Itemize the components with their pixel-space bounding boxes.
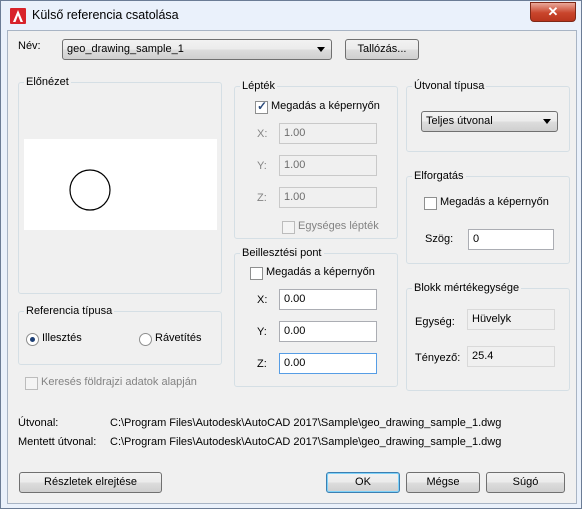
insertion-point-title: Beillesztési pont xyxy=(240,247,324,259)
insertion-specify-checkbox[interactable] xyxy=(250,267,263,280)
angle-input[interactable]: 0 xyxy=(468,229,554,250)
insertion-z-input[interactable]: 0.00 xyxy=(279,353,377,374)
scale-y-input[interactable]: 1.00 xyxy=(279,155,377,176)
preview-drawing xyxy=(69,169,111,211)
path-type-value: Teljes útvonal xyxy=(426,115,493,127)
scale-group: Lépték ✓ Megadás a képernyőn X: 1.00 Y: … xyxy=(234,80,398,239)
ok-button[interactable]: OK xyxy=(326,472,400,493)
path-type-dropdown[interactable]: Teljes útvonal xyxy=(421,111,558,132)
name-label: Név: xyxy=(18,40,41,52)
chevron-down-icon xyxy=(543,119,551,124)
path-label: Útvonal: xyxy=(18,417,59,429)
dialog-window: Külső referencia csatolása ✕ Név: geo_dr… xyxy=(0,0,582,509)
insertion-z-label: Z: xyxy=(257,358,267,370)
name-dropdown[interactable]: geo_drawing_sample_1 xyxy=(62,39,332,60)
rotation-group: Elforgatás Megadás a képernyőn Szög: 0 xyxy=(406,170,570,264)
path-type-group: Útvonal típusa Teljes útvonal xyxy=(406,80,570,152)
help-button[interactable]: Súgó xyxy=(486,472,565,493)
reference-type-title: Referencia típusa xyxy=(24,305,115,317)
scale-x-input[interactable]: 1.00 xyxy=(279,123,377,144)
title-bar: Külső referencia csatolása ✕ xyxy=(1,1,581,31)
scale-specify-label: Megadás a képernyőn xyxy=(271,100,380,112)
chevron-down-icon xyxy=(317,47,325,52)
insertion-y-input[interactable]: 0.00 xyxy=(279,321,377,342)
reference-type-group: Referencia típusa Illesztés Rávetítés xyxy=(18,305,222,365)
rotation-title: Elforgatás xyxy=(412,170,466,182)
window-title: Külső referencia csatolása xyxy=(32,8,179,22)
insertion-x-input[interactable]: 0.00 xyxy=(279,289,377,310)
close-icon: ✕ xyxy=(547,4,559,19)
geo-search-checkbox[interactable] xyxy=(25,377,38,390)
dialog-client-area: Név: geo_drawing_sample_1 Tallózás... El… xyxy=(7,30,577,504)
preview-group: Előnézet xyxy=(18,76,222,294)
attach-radio[interactable] xyxy=(26,333,39,346)
scale-specify-checkbox[interactable]: ✓ xyxy=(255,99,268,114)
attach-label: Illesztés xyxy=(42,332,82,344)
block-unit-title: Blokk mértékegysége xyxy=(412,282,522,294)
autocad-logo-icon xyxy=(10,8,26,24)
insertion-x-label: X: xyxy=(257,294,268,306)
close-button[interactable]: ✕ xyxy=(530,2,576,22)
preview-canvas xyxy=(24,139,217,230)
overlay-label: Rávetítés xyxy=(155,332,202,344)
name-value: geo_drawing_sample_1 xyxy=(67,43,184,55)
radio-selected-dot xyxy=(30,337,35,342)
browse-button[interactable]: Tallózás... xyxy=(345,39,419,60)
overlay-radio[interactable] xyxy=(139,333,152,346)
block-unit-group: Blokk mértékegysége Egység: Hüvelyk Tény… xyxy=(406,282,570,391)
scale-title: Lépték xyxy=(240,80,278,92)
saved-path-value: C:\Program Files\Autodesk\AutoCAD 2017\S… xyxy=(110,436,502,448)
factor-value: 25.4 xyxy=(467,346,555,367)
scale-y-label: Y: xyxy=(257,160,267,172)
factor-label: Tényező: xyxy=(415,352,461,364)
preview-title: Előnézet xyxy=(24,76,71,88)
hide-details-button[interactable]: Részletek elrejtése xyxy=(19,472,162,493)
scale-z-input[interactable]: 1.00 xyxy=(279,187,377,208)
insertion-specify-label: Megadás a képernyőn xyxy=(266,266,375,278)
scale-z-label: Z: xyxy=(257,192,267,204)
scale-x-label: X: xyxy=(257,128,268,140)
uniform-scale-label: Egységes lépték xyxy=(298,220,379,232)
circle-shape xyxy=(69,169,111,211)
uniform-scale-checkbox[interactable] xyxy=(282,221,295,234)
cancel-button[interactable]: Mégse xyxy=(406,472,480,493)
path-value: C:\Program Files\Autodesk\AutoCAD 2017\S… xyxy=(110,417,502,429)
checkmark-icon: ✓ xyxy=(257,99,268,113)
path-type-title: Útvonal típusa xyxy=(412,80,487,92)
insertion-point-group: Beillesztési pont Megadás a képernyőn X:… xyxy=(234,247,398,387)
unit-label: Egység: xyxy=(415,316,455,328)
unit-value: Hüvelyk xyxy=(467,309,555,330)
insertion-y-label: Y: xyxy=(257,326,267,338)
angle-label: Szög: xyxy=(425,233,454,245)
saved-path-label: Mentett útvonal: xyxy=(18,436,97,448)
rotation-specify-checkbox[interactable] xyxy=(424,197,437,210)
rotation-specify-label: Megadás a képernyőn xyxy=(440,196,549,208)
geo-search-label: Keresés földrajzi adatok alapján xyxy=(41,376,197,388)
